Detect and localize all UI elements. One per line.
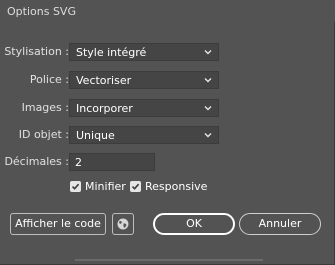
chevron-down-icon xyxy=(204,50,212,55)
decimales-input[interactable]: 2 xyxy=(69,153,155,171)
police-select[interactable]: Vectoriser xyxy=(69,71,219,89)
svg-options-dialog: Options SVG Stylisation : Style intégré … xyxy=(0,0,335,265)
stylisation-row: Stylisation : Style intégré xyxy=(0,43,335,61)
checkbox-checked-icon xyxy=(130,181,141,192)
bottom-divider xyxy=(75,259,263,261)
stylisation-value: Style intégré xyxy=(76,46,147,59)
id-objet-value: Unique xyxy=(76,129,115,142)
images-label: Images : xyxy=(21,101,69,114)
decimales-value: 2 xyxy=(75,156,82,169)
police-label: Police : xyxy=(29,73,69,86)
police-value: Vectoriser xyxy=(76,74,132,87)
checkbox-checked-icon xyxy=(70,181,81,192)
cancel-button[interactable]: Annuler xyxy=(239,213,321,235)
chevron-down-icon xyxy=(204,133,212,138)
images-value: Incorporer xyxy=(76,102,133,115)
stylisation-label: Stylisation : xyxy=(4,45,69,58)
id-objet-row: ID objet : Unique xyxy=(0,126,335,144)
title-bar: Options SVG xyxy=(0,0,335,22)
responsive-label: Responsive xyxy=(145,180,208,193)
stylisation-select[interactable]: Style intégré xyxy=(69,43,219,61)
dialog-title: Options SVG xyxy=(7,5,76,18)
police-row: Police : Vectoriser xyxy=(0,71,335,89)
chevron-down-icon xyxy=(204,78,212,83)
web-preview-button[interactable] xyxy=(112,213,134,235)
images-select[interactable]: Incorporer xyxy=(69,99,219,117)
ok-button[interactable]: OK xyxy=(153,213,235,235)
minifier-label: Minifier xyxy=(85,180,126,193)
images-row: Images : Incorporer xyxy=(0,99,335,117)
decimales-label: Décimales : xyxy=(4,155,69,168)
show-code-button[interactable]: Afficher le code xyxy=(10,213,106,235)
chevron-down-icon xyxy=(204,106,212,111)
decimales-row: Décimales : 2 xyxy=(0,153,335,171)
id-objet-label: ID objet : xyxy=(18,128,69,141)
id-objet-select[interactable]: Unique xyxy=(69,126,219,144)
globe-icon xyxy=(117,218,129,230)
